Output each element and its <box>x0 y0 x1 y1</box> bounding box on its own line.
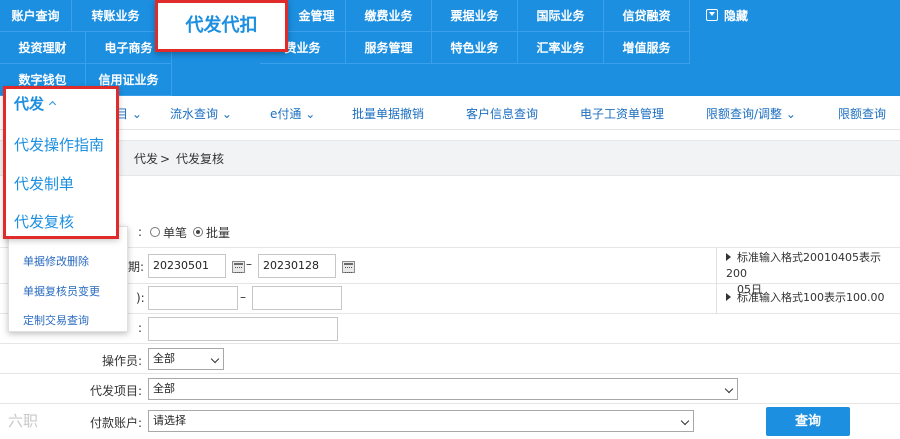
row-type: : 单笔 批量 <box>0 216 900 248</box>
nav-exchange[interactable]: 汇率业务 <box>518 32 604 64</box>
row-date-label-tail: 期: <box>128 260 145 274</box>
sub-nav-flow-query[interactable]: 流水查询 ⌄ <box>170 98 232 130</box>
breadcrumb-current: 代发复核 <box>176 152 225 166</box>
sub-nav-limit-query[interactable]: 限额查询 <box>838 98 886 130</box>
query-button[interactable]: 查询 <box>766 407 850 436</box>
menu-review[interactable]: 代发复核 <box>14 211 74 232</box>
nav-investment[interactable]: 投资理财 <box>0 32 86 64</box>
hint-divider <box>716 248 717 314</box>
operator-select[interactable]: 全部 <box>148 348 224 370</box>
nav-service-mgmt[interactable]: 服务管理 <box>346 32 432 64</box>
chevron-up-icon <box>48 100 57 109</box>
sub-nav-payslip[interactable]: 电子工资单管理 <box>580 98 664 130</box>
sub-nav: 目 ⌄ 流水查询 ⌄ e付通 ⌄ 批量单据撤销 客户信息查询 电子工资单管理 限… <box>0 98 900 130</box>
row-extra-colon: : <box>138 321 143 335</box>
menu-change-reviewer[interactable]: 单据复核员变更 <box>23 283 100 299</box>
sub-nav-customer-query[interactable]: 客户信息查询 <box>466 98 538 130</box>
nav-special[interactable]: 特色业务 <box>432 32 518 64</box>
project-select[interactable]: 全部 <box>148 378 738 400</box>
menu-create[interactable]: 代发制单 <box>14 173 74 194</box>
account-value: 请选择 <box>153 414 186 427</box>
account-label: 付款账户: <box>89 416 142 430</box>
breadcrumb-separator: > <box>160 152 171 166</box>
radio-single-label: 单笔 <box>163 226 188 240</box>
account-select[interactable]: 请选择 <box>148 410 694 432</box>
triangle-icon <box>726 293 731 301</box>
breadcrumb: 代发 > 代发复核 <box>0 140 900 176</box>
nav-bills[interactable]: 票据业务 <box>432 0 518 32</box>
operator-label: 操作员: <box>101 354 142 368</box>
amount-format-hint: 标准输入格式100表示100.00 <box>726 290 884 306</box>
row-account: 付款账户: 请选择 <box>0 404 900 439</box>
row-operator: 操作员: 全部 <box>0 344 900 374</box>
menu-header-payroll[interactable]: 代发 <box>14 93 57 114</box>
chevron-down-icon <box>724 384 734 394</box>
row-type-colon: : <box>138 225 143 239</box>
menu-edit-delete[interactable]: 单据修改删除 <box>23 253 89 269</box>
date-range-dash: – <box>246 257 252 271</box>
sub-nav-trailing-item[interactable]: 目 ⌄ <box>116 98 142 130</box>
hide-label: 隐藏 <box>724 9 749 23</box>
nav-transfer[interactable]: 转账业务 <box>72 0 160 32</box>
project-label: 代发项目: <box>89 384 142 398</box>
row-date: 期: 20230501 – 20230128 标准输入格式20010405表示2… <box>0 248 900 296</box>
nav-payment[interactable]: 缴费业务 <box>346 0 432 32</box>
amount-max-input[interactable] <box>252 286 342 310</box>
amount-range-dash: – <box>240 290 246 304</box>
chevron-down-icon <box>680 416 690 426</box>
payroll-dropdown-panel: 单据修改删除 单据复核员变更 定制交易查询 <box>8 226 128 332</box>
calendar-icon[interactable] <box>232 261 245 273</box>
row-amount-label-tail: ): <box>136 291 145 305</box>
nav-credit[interactable]: 信贷融资 <box>604 0 690 32</box>
breadcrumb-parent[interactable]: 代发 <box>134 141 158 177</box>
collapse-icon <box>706 9 718 21</box>
date-from-input[interactable]: 20230501 <box>148 254 226 278</box>
nav-fund-mgmt[interactable]: 金管理 <box>288 0 346 32</box>
radio-single[interactable] <box>150 227 160 237</box>
radio-batch-label: 批量 <box>206 226 231 240</box>
extra-input[interactable] <box>148 317 338 341</box>
chevron-down-icon <box>210 354 220 364</box>
watermark: 六职 <box>8 412 39 430</box>
nav-account-query[interactable]: 账户查询 <box>0 0 72 32</box>
hide-nav-button[interactable]: 隐藏 <box>690 0 810 32</box>
nav-value-added[interactable]: 增值服务 <box>604 32 690 64</box>
row-project: 代发项目: 全部 <box>0 374 900 404</box>
amount-min-input[interactable] <box>148 286 238 310</box>
date-to-input[interactable]: 20230128 <box>258 254 336 278</box>
menu-guide[interactable]: 代发操作指南 <box>14 134 104 155</box>
radio-batch[interactable] <box>193 227 203 237</box>
row-amount: ): – 标准输入格式100表示100.00 <box>0 284 900 314</box>
row-extra: : <box>0 314 900 344</box>
triangle-icon <box>726 253 731 261</box>
calendar-icon[interactable] <box>342 261 355 273</box>
sub-nav-epay[interactable]: e付通 ⌄ <box>270 98 315 130</box>
payroll-menu-highlight[interactable]: 代发代扣 <box>155 0 288 52</box>
app-root: 账户查询 转账业务 金管理 缴费业务 票据业务 国际业务 信贷融资 隐藏 投资理… <box>0 0 900 439</box>
sub-nav-limit-adjust[interactable]: 限额查询/调整 ⌄ <box>706 98 796 130</box>
top-nav: 账户查询 转账业务 金管理 缴费业务 票据业务 国际业务 信贷融资 隐藏 投资理… <box>0 0 900 96</box>
nav-international[interactable]: 国际业务 <box>518 0 604 32</box>
sub-nav-batch-revoke[interactable]: 批量单据撤销 <box>352 98 424 130</box>
operator-value: 全部 <box>153 352 175 365</box>
payroll-menu-highlight-box: 代发 代发操作指南 代发制单 代发复核 <box>3 86 119 239</box>
project-value: 全部 <box>153 382 175 395</box>
menu-custom-query[interactable]: 定制交易查询 <box>23 312 89 328</box>
